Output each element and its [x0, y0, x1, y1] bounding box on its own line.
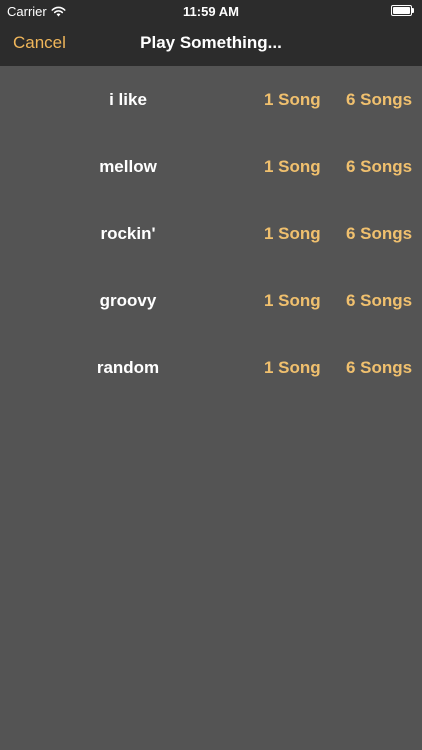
play-one-song-button[interactable]: 1 Song [264, 224, 321, 244]
play-one-song-button[interactable]: 1 Song [264, 358, 321, 378]
play-six-songs-button[interactable]: 6 Songs [346, 90, 412, 110]
play-six-songs-button[interactable]: 6 Songs [346, 358, 412, 378]
battery-body [391, 5, 412, 16]
status-time: 11:59 AM [183, 4, 239, 19]
battery-fill [393, 7, 410, 14]
navigation-bar: Cancel Play Something... [0, 22, 422, 66]
page-title: Play Something... [140, 33, 282, 52]
play-one-song-button[interactable]: 1 Song [264, 157, 321, 177]
battery-icon [391, 5, 415, 16]
play-one-song-button[interactable]: 1 Song [264, 291, 321, 311]
list-item: mellow 1 Song 6 Songs [0, 133, 422, 200]
list-item: random 1 Song 6 Songs [0, 334, 422, 401]
playlist-name: random [96, 358, 160, 377]
play-six-songs-button[interactable]: 6 Songs [346, 291, 412, 311]
play-six-songs-button[interactable]: 6 Songs [346, 224, 412, 244]
top-bar: Carrier 11:59 AM Cancel Play Something..… [0, 0, 422, 66]
playlist-name: groovy [99, 291, 157, 310]
playlist-name: i like [109, 90, 147, 109]
playlist-name: mellow [99, 157, 157, 176]
list-item: rockin' 1 Song 6 Songs [0, 200, 422, 267]
list-item: groovy 1 Song 6 Songs [0, 267, 422, 334]
playlist-list: i like 1 Song 6 Songs mellow 1 Song 6 So… [0, 66, 422, 401]
playlist-name: rockin' [100, 224, 156, 243]
list-item: i like 1 Song 6 Songs [0, 66, 422, 133]
play-one-song-button[interactable]: 1 Song [264, 90, 321, 110]
play-six-songs-button[interactable]: 6 Songs [346, 157, 412, 177]
battery-tip [412, 8, 414, 13]
status-bar: Carrier 11:59 AM [0, 0, 422, 22]
